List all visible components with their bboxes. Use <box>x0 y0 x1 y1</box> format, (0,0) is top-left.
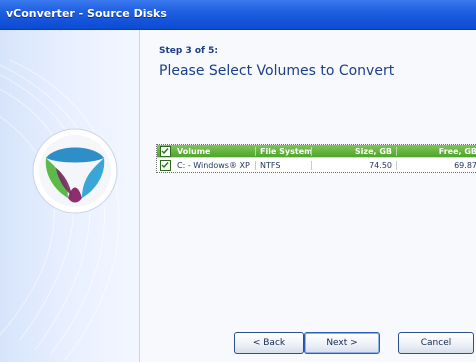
table-row[interactable]: C: - Windows® XP NTFS 74.50 69.87 <box>157 157 476 172</box>
back-button[interactable]: < Back <box>234 332 304 354</box>
column-header-size[interactable]: Size, GB <box>311 146 396 156</box>
wizard-window: vConverter - Source Disks Step 3 of 5: P… <box>0 0 476 362</box>
volume-free: 69.87 <box>396 160 476 170</box>
column-header-file-system[interactable]: File System <box>255 146 311 156</box>
next-button[interactable]: Next > <box>304 332 380 354</box>
volume-size: 74.50 <box>311 160 396 170</box>
checkmark-icon <box>161 148 169 155</box>
column-header-volume[interactable]: Volume <box>173 147 255 156</box>
volume-name: C: - Windows® XP <box>177 160 250 170</box>
volume-file-system: NTFS <box>255 160 311 170</box>
page-title: Please Select Volumes to Convert <box>159 63 395 79</box>
table-header: Volume File System Size, GB Free, GB <box>157 145 476 157</box>
title-bar[interactable]: vConverter - Source Disks <box>0 0 476 30</box>
checkmark-icon <box>161 162 169 169</box>
cancel-button[interactable]: Cancel <box>398 332 474 354</box>
wizard-side-panel <box>0 30 140 362</box>
volumes-table: Volume File System Size, GB Free, GB C: … <box>156 144 476 173</box>
product-logo-icon <box>32 128 118 214</box>
step-indicator: Step 3 of 5: <box>159 46 218 56</box>
wizard-content: Step 3 of 5: Please Select Volumes to Co… <box>140 30 476 362</box>
row-checkbox-cell <box>157 159 173 171</box>
select-all-checkbox[interactable] <box>159 145 171 157</box>
column-header-free[interactable]: Free, GB <box>396 146 476 156</box>
volume-checkbox[interactable] <box>159 159 171 171</box>
select-all-cell <box>157 145 173 157</box>
window-title: vConverter - Source Disks <box>6 7 167 20</box>
